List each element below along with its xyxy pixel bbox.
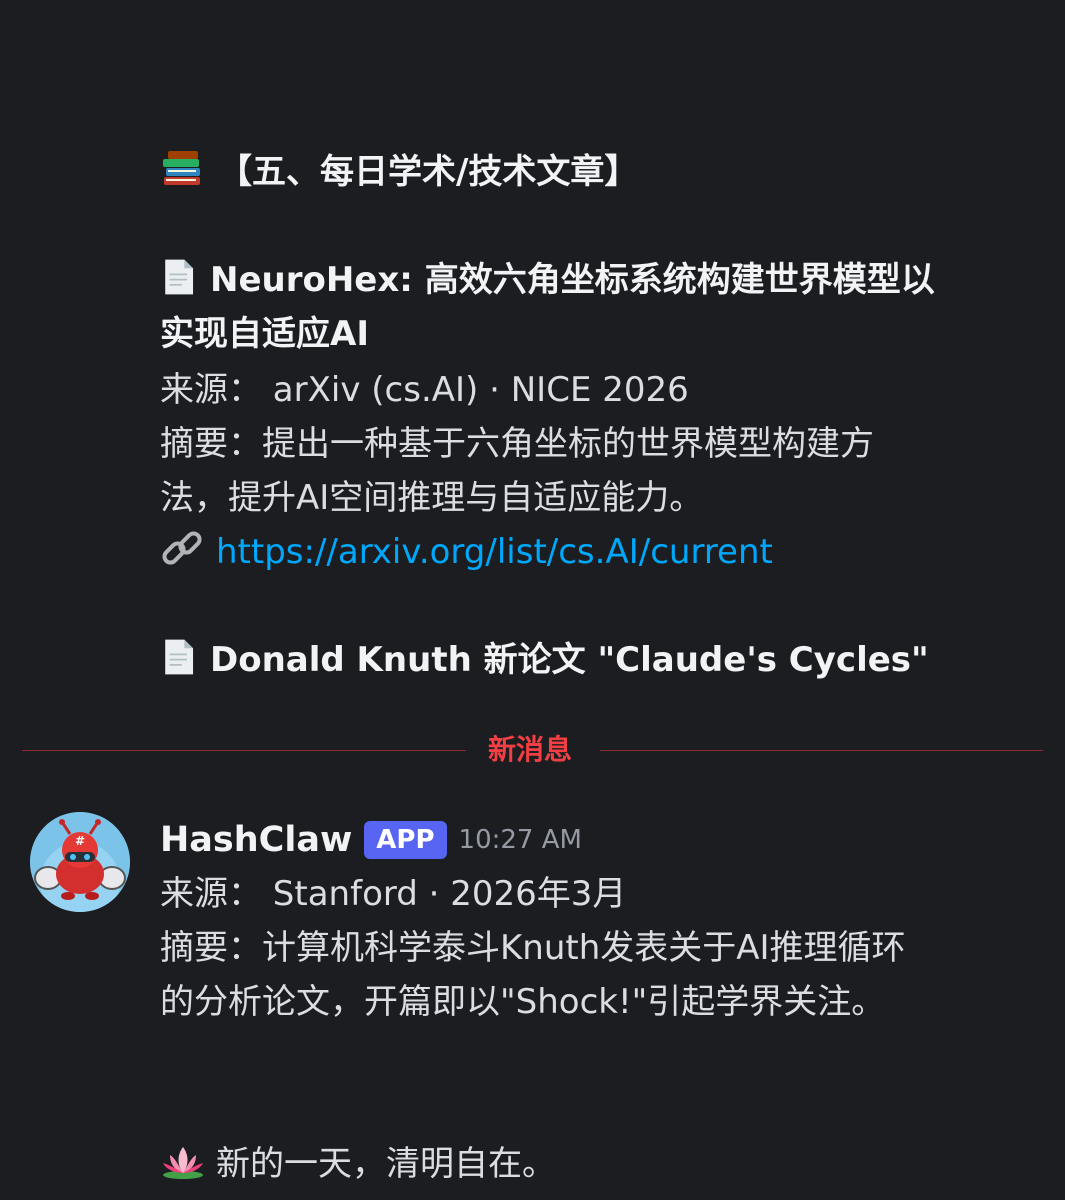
message-timestamp[interactable]: 10:27 AM xyxy=(459,825,582,855)
article-title-line2: 实现自适应AI xyxy=(160,314,369,354)
closing-text: 新的一天，清明自在。 xyxy=(216,1144,556,1184)
link-icon xyxy=(162,531,202,565)
section-heading-text: 【五、每日学术/技术文章】 xyxy=(218,152,639,192)
app-badge: APP xyxy=(364,821,447,859)
message-summary-line2: 的分析论文，开篇即以"Shock!"引起学界关注。 xyxy=(160,982,886,1022)
page-facing-up-icon xyxy=(165,259,194,295)
lotus-icon xyxy=(163,1147,203,1179)
article-summary-line1: 摘要：提出一种基于六角坐标的世界模型构建方 xyxy=(160,424,874,464)
message-header: HashClaw APP 10:27 AM xyxy=(160,812,582,868)
closing-line: 新的一天，清明自在。 xyxy=(160,1138,556,1190)
article2-title: Donald Knuth 新论文 "Claude's Cycles" xyxy=(160,634,929,686)
message-summary-line1: 摘要：计算机科学泰斗Knuth发表关于AI推理循环 xyxy=(160,928,906,968)
new-messages-divider-right xyxy=(600,750,1043,751)
avatar[interactable]: # xyxy=(30,812,130,912)
robot-crab-avatar-icon: # xyxy=(30,812,130,912)
article-source: 来源： arXiv (cs.AI) · NICE 2026 xyxy=(160,370,689,410)
section-heading: 【五、每日学术/技术文章】 xyxy=(160,146,638,198)
books-icon xyxy=(163,151,200,185)
article-title: NeuroHex: 高效六角坐标系统构建世界模型以 xyxy=(160,254,935,306)
article-title-line1: NeuroHex: 高效六角坐标系统构建世界模型以 xyxy=(210,260,935,300)
article-summary-line2: 法，提升AI空间推理与自适应能力。 xyxy=(160,478,704,518)
article-link-row: https://arxiv.org/list/cs.AI/current xyxy=(160,526,773,578)
new-messages-divider-left xyxy=(22,750,466,751)
separator-line: ____________________ xyxy=(160,48,462,78)
author-name[interactable]: HashClaw xyxy=(160,820,352,860)
message-source: 来源： Stanford · 2026年3月 xyxy=(160,874,627,914)
article2-title-text: Donald Knuth 新论文 "Claude's Cycles" xyxy=(210,640,929,680)
new-messages-label: 新消息 xyxy=(488,733,573,766)
separator-line-bottom: ____________________ xyxy=(160,1084,462,1114)
page-facing-up-icon xyxy=(165,639,194,675)
svg-text:#: # xyxy=(75,834,85,848)
article-link[interactable]: https://arxiv.org/list/cs.AI/current xyxy=(216,532,773,572)
